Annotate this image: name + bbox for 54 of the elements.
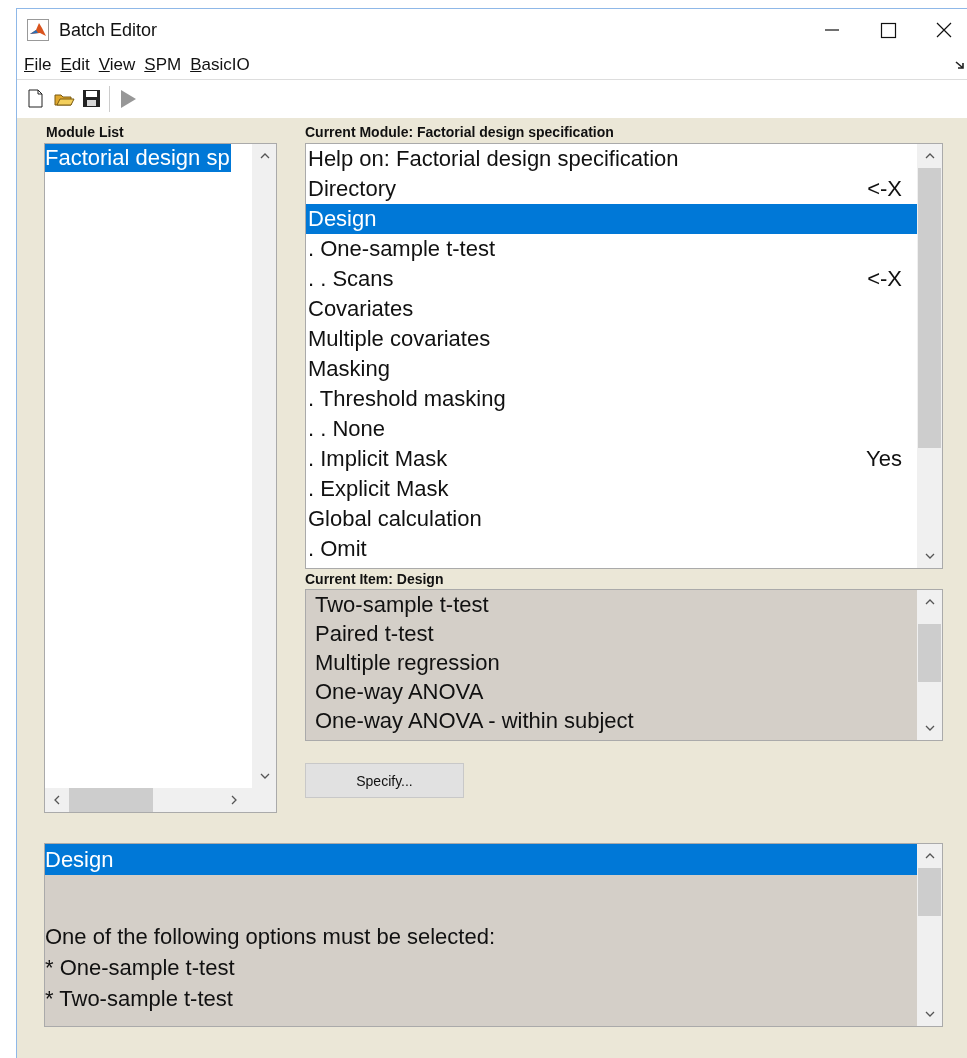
item-value: Yes xyxy=(866,445,903,473)
scrollbar[interactable] xyxy=(252,144,276,788)
help-line: * One-sample t-test xyxy=(45,954,236,982)
scroll-thumb[interactable] xyxy=(918,868,941,916)
tree-item[interactable]: Multiple covariates xyxy=(306,324,917,354)
menu-item[interactable]: View xyxy=(98,55,136,75)
tree-item[interactable]: Covariates xyxy=(306,294,917,324)
list-item[interactable]: One-way ANOVA - within subject xyxy=(306,706,917,735)
help-line: * Two-sample t-test xyxy=(45,985,234,1013)
tree-item[interactable]: . Omit xyxy=(306,534,917,564)
panel-label: Module List xyxy=(45,123,125,142)
list-item[interactable]: Multiple regression xyxy=(306,648,917,677)
tree-item[interactable]: Help on: Factorial design specification xyxy=(306,144,917,174)
help-heading: Design xyxy=(45,844,917,875)
tree-item[interactable]: . . None xyxy=(306,414,917,444)
tree-item[interactable]: . Implicit Mask Yes xyxy=(306,444,917,474)
tree-item[interactable]: . . Scans <-X xyxy=(306,264,917,294)
tree-item[interactable]: . Explicit Mask xyxy=(306,474,917,504)
window-title: Batch Editor xyxy=(59,19,158,41)
item-label: . . Scans xyxy=(307,265,395,293)
scrollbar[interactable] xyxy=(917,144,942,568)
tree-item[interactable]: Global calculation xyxy=(306,504,917,534)
item-label: . Implicit Mask xyxy=(307,445,449,473)
menu-item[interactable]: Edit xyxy=(60,55,90,75)
scrollbar[interactable] xyxy=(45,788,276,812)
options-list[interactable]: Two-sample t-test Paired t-test Multiple regression One-way ANOVA One-way ANOVA - within subject xyxy=(305,589,943,741)
tree-item[interactable]: Design xyxy=(306,204,917,234)
item-label: Directory xyxy=(307,175,397,203)
scroll-thumb[interactable] xyxy=(69,788,153,812)
list-item[interactable]: Factorial design sp xyxy=(45,144,231,172)
menu-item[interactable]: BasicIO xyxy=(190,55,250,75)
menu-item[interactable]: SPM xyxy=(144,55,182,75)
app-logo-icon xyxy=(27,19,49,41)
module-tree[interactable] xyxy=(305,143,943,569)
specify-button[interactable]: Specify... xyxy=(305,763,464,798)
tree-item[interactable]: . One-sample t-test xyxy=(306,234,917,264)
list-item[interactable]: Paired t-test xyxy=(306,619,917,648)
item-value: <-X xyxy=(867,265,903,293)
list-item[interactable]: Two-sample t-test xyxy=(306,590,917,619)
help-line: One of the following options must be selected: xyxy=(45,923,497,951)
panel-label: Current Item: Design xyxy=(305,570,445,589)
menu-item[interactable]: File xyxy=(24,55,52,75)
scrollbar[interactable] xyxy=(917,844,942,1026)
item-value: <-X xyxy=(867,175,903,203)
scroll-thumb[interactable] xyxy=(918,624,941,682)
tree-item[interactable]: . Threshold masking xyxy=(306,384,917,414)
scrollbar[interactable] xyxy=(917,590,942,740)
dock-arrow-icon[interactable] xyxy=(955,60,965,70)
list-item[interactable]: One-way ANOVA xyxy=(306,677,917,706)
panel-label: Current Module: Factorial design specification xyxy=(305,123,615,142)
module-list[interactable]: Factorial design sp xyxy=(44,143,277,813)
tree-item[interactable]: Masking xyxy=(306,354,917,384)
scroll-thumb[interactable] xyxy=(918,168,941,448)
tree-item[interactable]: Directory <-X xyxy=(306,174,917,204)
